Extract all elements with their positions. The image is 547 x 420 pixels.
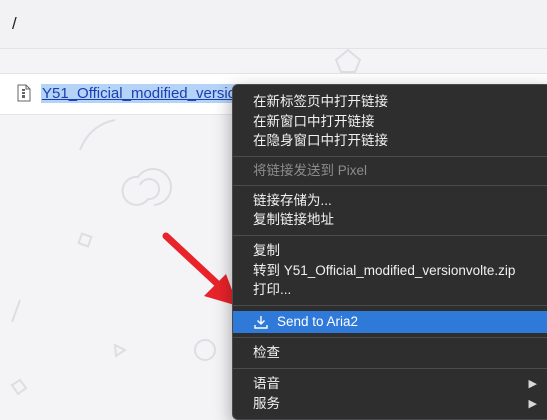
context-menu: 在新标签页中打开链接 在新窗口中打开链接 在隐身窗口中打开链接 将链接发送到 P… — [232, 84, 547, 420]
menu-item-label: Send to Aria2 — [277, 314, 359, 329]
menu-item-print[interactable]: 打印... — [233, 280, 547, 300]
file-icon — [17, 84, 31, 102]
download-icon — [254, 316, 268, 329]
menu-item-open-incognito[interactable]: 在隐身窗口中打开链接 — [233, 131, 547, 151]
menu-separator — [233, 368, 547, 369]
menu-item-goto[interactable]: 转到 Y51_Official_modified_versionvolte.zi… — [233, 261, 547, 281]
menu-separator — [233, 305, 547, 306]
menu-item-copy-link-address[interactable]: 复制链接地址 — [233, 210, 547, 230]
menu-item-label: 服务 — [253, 396, 280, 411]
menu-item-copy[interactable]: 复制 — [233, 241, 547, 261]
menu-separator — [233, 156, 547, 157]
menu-item-inspect[interactable]: 检查 — [233, 343, 547, 363]
menu-item-open-new-window[interactable]: 在新窗口中打开链接 — [233, 112, 547, 132]
file-link[interactable]: Y51_Official_modified_version — [41, 84, 246, 103]
menu-item-services[interactable]: 服务 ▶ — [233, 394, 547, 414]
chevron-right-icon: ▶ — [528, 378, 537, 390]
current-path: / — [12, 14, 17, 33]
chevron-right-icon: ▶ — [528, 398, 537, 410]
menu-separator — [233, 185, 547, 186]
menu-item-label: 语音 — [253, 376, 280, 391]
menu-item-speech[interactable]: 语音 ▶ — [233, 374, 547, 394]
menu-item-open-new-tab[interactable]: 在新标签页中打开链接 — [233, 92, 547, 112]
menu-item-send-to-aria2[interactable]: Send to Aria2 — [233, 311, 547, 333]
menu-separator — [233, 337, 547, 338]
top-bar: / — [0, 0, 547, 49]
menu-separator — [233, 235, 547, 236]
menu-item-send-to-pixel: 将链接发送到 Pixel — [253, 163, 368, 178]
menu-item-save-link-as[interactable]: 链接存储为... — [233, 191, 547, 211]
